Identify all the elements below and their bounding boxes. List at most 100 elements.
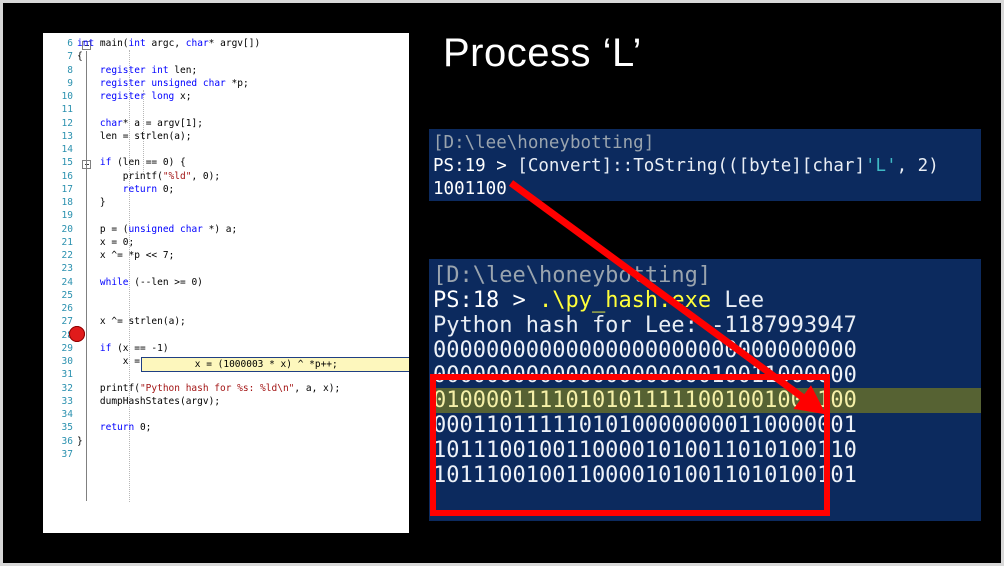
code-line: 32 printf("Python hash for %s: %ld\n", a… — [43, 382, 409, 395]
code-line: 6 int main(int argc, char* argv[]) — [43, 37, 409, 50]
code-line: 20 p = (unsigned char *) a; — [43, 223, 409, 236]
code-text: return 0; — [99, 422, 152, 434]
line-number: 18 — [61, 197, 73, 208]
line-number: 14 — [61, 144, 73, 155]
line-number: 32 — [61, 382, 73, 394]
code-text: } — [77, 197, 106, 208]
line-number: 13 — [61, 130, 73, 142]
line-number: 6 — [67, 38, 73, 49]
code-text: register int len; — [99, 64, 198, 76]
code-text: while (--len >= 0) — [99, 276, 203, 288]
code-line: 11 — [43, 103, 409, 116]
line-number: 24 — [61, 276, 73, 288]
line-number: 20 — [61, 223, 73, 235]
binary-row: 10111001001100001010011010100110 — [433, 438, 857, 463]
powershell-terminal-top[interactable]: [D:\lee\honeybotting] PS:19 > [Convert]:… — [429, 129, 981, 201]
page-title: Process ‘L’ — [443, 31, 642, 75]
line-number: 10 — [61, 91, 73, 102]
line-number: 21 — [61, 236, 73, 248]
code-line: 14 — [43, 143, 409, 156]
line-number: 19 — [61, 210, 73, 222]
code-text: if (len == 0) { — [99, 157, 186, 169]
code-text: x ^= *p << 7; — [99, 250, 175, 261]
code-line: 9 register unsigned char *p; — [43, 77, 409, 90]
terminal-path-line: [D:\lee\honeybotting] — [433, 133, 655, 153]
terminal-hash-result: Python hash for Lee: -1187993947 — [433, 313, 857, 338]
code-text: len = strlen(a); — [99, 130, 192, 142]
line-number: 30 — [61, 356, 73, 367]
line-number: 15 — [61, 157, 73, 169]
line-number: 8 — [67, 64, 73, 76]
code-line: 23 — [43, 262, 409, 275]
code-line: 7{ — [43, 50, 409, 63]
line-number: 7 — [67, 51, 73, 63]
slide-canvas: 6 int main(int argc, char* argv[]) 7{8 reg… — [0, 0, 1004, 566]
terminal-command-text: [Convert]::ToString(( — [517, 156, 739, 176]
code-text: register unsigned char *p; — [99, 77, 249, 89]
terminal-command-line: PS:19 > [Convert]::ToString(([byte][char… — [433, 155, 981, 178]
code-line: 12 char* a = argv[1]; — [43, 117, 409, 130]
binary-row: 00000000000000000000010011000000 — [433, 363, 857, 388]
breakpoint-marker-icon[interactable] — [69, 326, 85, 342]
code-text: register long x; — [99, 91, 192, 102]
line-number: 35 — [61, 422, 73, 434]
code-line: 22 x ^= *p << 7; — [43, 249, 409, 262]
line-number: 31 — [61, 369, 73, 381]
code-text: int main(int argc, char* argv[]) — [77, 38, 261, 49]
code-line: 37 — [43, 448, 409, 461]
code-text: x ^= strlen(a); — [99, 316, 186, 328]
code-line: 13 len = strlen(a); — [43, 130, 409, 143]
code-text: printf("Python hash for %s: %ld\n", a, x… — [99, 382, 341, 394]
terminal-prompt: PS:18 > — [433, 288, 539, 313]
binary-row: 00000000000000000000000000000000 — [433, 338, 857, 363]
code-line: 35 return 0; — [43, 421, 409, 434]
line-number: 23 — [61, 263, 73, 275]
terminal-output-binary: 1001100 — [433, 179, 507, 199]
code-line: 10 register long x; — [43, 90, 409, 103]
line-number: 26 — [61, 303, 73, 314]
terminal-command-tail: , 2) — [896, 156, 939, 176]
line-number: 36 — [61, 435, 73, 447]
code-text: if (x == -1) — [99, 342, 169, 354]
line-number: 29 — [61, 342, 73, 354]
code-line: 16 printf("%ld", 0); — [43, 170, 409, 183]
code-editor-panel[interactable]: 6 int main(int argc, char* argv[]) 7{8 reg… — [43, 33, 409, 533]
terminal-prompt: PS:19 > — [433, 156, 518, 176]
line-number: 22 — [61, 250, 73, 261]
line-number: 16 — [61, 170, 73, 182]
binary-row-highlighted: 01000011110101011111001001001100 — [433, 388, 981, 413]
code-line: 34 — [43, 408, 409, 421]
code-line: 19 — [43, 209, 409, 222]
binary-state-rows: 00000000000000000000000000000000 00000000… — [433, 338, 981, 488]
code-text: char* a = argv[1]; — [99, 117, 203, 129]
terminal-command-literal: 'L' — [865, 156, 897, 176]
terminal-path-line: [D:\lee\honeybotting] — [433, 263, 712, 288]
code-text: { — [77, 51, 83, 63]
line-number: 9 — [67, 77, 73, 89]
code-text: dumpHashStates(argv); — [99, 395, 221, 407]
code-line-list: 6 int main(int argc, char* argv[]) 7{8 reg… — [43, 33, 409, 461]
code-text: x = 0; — [99, 236, 135, 248]
line-number: 25 — [61, 289, 73, 301]
powershell-terminal-bottom[interactable]: [D:\lee\honeybotting] PS:18 > .\py_hash.… — [429, 259, 981, 521]
code-line: 24 while (--len >= 0) — [43, 276, 409, 289]
line-number: 11 — [61, 104, 73, 116]
current-line-text: x = (1000003 * x) ^ *p++; — [149, 359, 338, 370]
terminal-command-line: PS:18 > .\py_hash.exe Lee — [433, 288, 981, 313]
code-line: 29 if (x == -1) — [43, 342, 409, 355]
code-line: 28 — [43, 329, 409, 342]
code-line: 33 dumpHashStates(argv); — [43, 395, 409, 408]
code-line: 25 — [43, 289, 409, 302]
line-number: 12 — [61, 117, 73, 129]
terminal-command-cast: [byte][char] — [738, 156, 865, 176]
line-number: 34 — [61, 409, 73, 420]
binary-row: 00011011111010100000000110000001 — [433, 413, 857, 438]
code-line: 26 — [43, 302, 409, 315]
code-line: 15 if (len == 0) { — [43, 156, 409, 169]
code-line: 18 } — [43, 196, 409, 209]
code-text: return 0; — [122, 183, 175, 195]
terminal-command-arg: Lee — [711, 288, 765, 313]
code-line: 21 x = 0; — [43, 236, 409, 249]
code-line: 17 return 0; — [43, 183, 409, 196]
code-text: p = (unsigned char *) a; — [99, 223, 238, 235]
